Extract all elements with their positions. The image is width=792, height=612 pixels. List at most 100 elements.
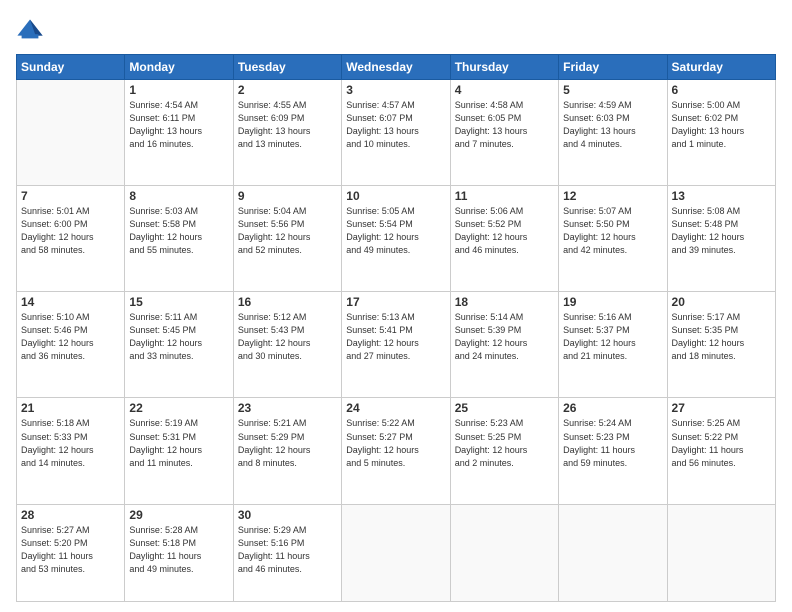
day-number: 2: [238, 83, 337, 97]
calendar-cell: 14 Sunrise: 5:10 AM Sunset: 5:46 PM Dayli…: [17, 292, 125, 398]
calendar-cell: 26 Sunrise: 5:24 AM Sunset: 5:23 PM Dayli…: [559, 398, 667, 504]
day-number: 6: [672, 83, 771, 97]
day-number: 13: [672, 189, 771, 203]
calendar-cell: [559, 504, 667, 601]
calendar-cell: 15 Sunrise: 5:11 AM Sunset: 5:45 PM Dayli…: [125, 292, 233, 398]
calendar-cell: [450, 504, 558, 601]
calendar-cell: 11 Sunrise: 5:06 AM Sunset: 5:52 PM Dayli…: [450, 186, 558, 292]
day-number: 26: [563, 401, 662, 415]
day-info: Sunrise: 4:54 AM Sunset: 6:11 PM Dayligh…: [129, 99, 228, 151]
calendar-cell: 18Sunrise: 5:14 AM Sunset: 5:39 PM Dayli…: [450, 292, 558, 398]
day-info: Sunrise: 5:25 AM Sunset: 5:22 PM Dayligh…: [672, 417, 771, 469]
day-number: 15: [129, 295, 228, 309]
day-info: Sunrise: 5:16 AM Sunset: 5:37 PM Dayligh…: [563, 311, 662, 363]
day-number: 8: [129, 189, 228, 203]
calendar-cell: 22Sunrise: 5:19 AM Sunset: 5:31 PM Dayli…: [125, 398, 233, 504]
calendar-cell: 8 Sunrise: 5:03 AM Sunset: 5:58 PM Daylig…: [125, 186, 233, 292]
week-row-2: 7Sunrise: 5:01 AM Sunset: 6:00 PM Daylig…: [17, 186, 776, 292]
day-info: Sunrise: 5:07 AM Sunset: 5:50 PM Dayligh…: [563, 205, 662, 257]
week-row-3: 14 Sunrise: 5:10 AM Sunset: 5:46 PM Dayli…: [17, 292, 776, 398]
day-number: 3: [346, 83, 445, 97]
weekday-header-sunday: Sunday: [17, 55, 125, 80]
day-number: 10: [346, 189, 445, 203]
day-info: Sunrise: 5:03 AM Sunset: 5:58 PM Dayligh…: [129, 205, 228, 257]
logo-icon: [16, 16, 44, 44]
day-info: Sunrise: 5:10 AM Sunset: 5:46 PM Dayligh…: [21, 311, 120, 363]
day-info: Sunrise: 5:14 AM Sunset: 5:39 PM Dayligh…: [455, 311, 554, 363]
day-info: Sunrise: 4:57 AM Sunset: 6:07 PM Dayligh…: [346, 99, 445, 151]
calendar-cell: 29 Sunrise: 5:28 AM Sunset: 5:18 PM Dayli…: [125, 504, 233, 601]
day-info: Sunrise: 5:00 AM Sunset: 6:02 PM Dayligh…: [672, 99, 771, 151]
calendar-cell: 5 Sunrise: 4:59 AM Sunset: 6:03 PM Daylig…: [559, 80, 667, 186]
day-number: 27: [672, 401, 771, 415]
calendar-cell: 16 Sunrise: 5:12 AM Sunset: 5:43 PM Dayli…: [233, 292, 341, 398]
day-number: 16: [238, 295, 337, 309]
weekday-header-friday: Friday: [559, 55, 667, 80]
calendar-cell: 6 Sunrise: 5:00 AM Sunset: 6:02 PM Daylig…: [667, 80, 775, 186]
day-info: Sunrise: 5:29 AM Sunset: 5:16 PM Dayligh…: [238, 524, 337, 576]
calendar-cell: 10 Sunrise: 5:05 AM Sunset: 5:54 PM Dayli…: [342, 186, 450, 292]
calendar-cell: 27 Sunrise: 5:25 AM Sunset: 5:22 PM Dayli…: [667, 398, 775, 504]
day-info: Sunrise: 5:28 AM Sunset: 5:18 PM Dayligh…: [129, 524, 228, 576]
week-row-4: 21Sunrise: 5:18 AM Sunset: 5:33 PM Dayli…: [17, 398, 776, 504]
day-info: Sunrise: 5:12 AM Sunset: 5:43 PM Dayligh…: [238, 311, 337, 363]
calendar-cell: 28 Sunrise: 5:27 AM Sunset: 5:20 PM Dayli…: [17, 504, 125, 601]
logo: [16, 16, 48, 44]
day-info: Sunrise: 4:55 AM Sunset: 6:09 PM Dayligh…: [238, 99, 337, 151]
day-info: Sunrise: 5:05 AM Sunset: 5:54 PM Dayligh…: [346, 205, 445, 257]
calendar-cell: 19 Sunrise: 5:16 AM Sunset: 5:37 PM Dayli…: [559, 292, 667, 398]
calendar-cell: [17, 80, 125, 186]
day-info: Sunrise: 5:19 AM Sunset: 5:31 PM Dayligh…: [129, 417, 228, 469]
day-number: 23: [238, 401, 337, 415]
day-number: 20: [672, 295, 771, 309]
day-number: 4: [455, 83, 554, 97]
calendar-cell: 3 Sunrise: 4:57 AM Sunset: 6:07 PM Daylig…: [342, 80, 450, 186]
calendar-cell: 9Sunrise: 5:04 AM Sunset: 5:56 PM Daylig…: [233, 186, 341, 292]
calendar-cell: 30 Sunrise: 5:29 AM Sunset: 5:16 PM Dayli…: [233, 504, 341, 601]
calendar-cell: 21Sunrise: 5:18 AM Sunset: 5:33 PM Dayli…: [17, 398, 125, 504]
week-row-1: 1Sunrise: 4:54 AM Sunset: 6:11 PM Daylig…: [17, 80, 776, 186]
day-info: Sunrise: 5:22 AM Sunset: 5:27 PM Dayligh…: [346, 417, 445, 469]
day-info: Sunrise: 5:18 AM Sunset: 5:33 PM Dayligh…: [21, 417, 120, 469]
calendar-cell: 24Sunrise: 5:22 AM Sunset: 5:27 PM Dayli…: [342, 398, 450, 504]
weekday-header-tuesday: Tuesday: [233, 55, 341, 80]
header: [16, 16, 776, 44]
weekday-header-thursday: Thursday: [450, 55, 558, 80]
calendar-cell: [342, 504, 450, 601]
calendar-cell: 2 Sunrise: 4:55 AM Sunset: 6:09 PM Daylig…: [233, 80, 341, 186]
weekday-header-wednesday: Wednesday: [342, 55, 450, 80]
weekday-header-row: SundayMondayTuesdayWednesdayThursdayFrid…: [17, 55, 776, 80]
weekday-header-monday: Monday: [125, 55, 233, 80]
calendar-cell: 23 Sunrise: 5:21 AM Sunset: 5:29 PM Dayli…: [233, 398, 341, 504]
day-number: 19: [563, 295, 662, 309]
calendar-cell: 25Sunrise: 5:23 AM Sunset: 5:25 PM Dayli…: [450, 398, 558, 504]
calendar-table: SundayMondayTuesdayWednesdayThursdayFrid…: [16, 54, 776, 602]
day-number: 7: [21, 189, 120, 203]
day-number: 17: [346, 295, 445, 309]
day-info: Sunrise: 4:59 AM Sunset: 6:03 PM Dayligh…: [563, 99, 662, 151]
day-number: 30: [238, 508, 337, 522]
day-number: 11: [455, 189, 554, 203]
main-container: SundayMondayTuesdayWednesdayThursdayFrid…: [0, 0, 792, 612]
calendar-cell: 7Sunrise: 5:01 AM Sunset: 6:00 PM Daylig…: [17, 186, 125, 292]
day-info: Sunrise: 5:13 AM Sunset: 5:41 PM Dayligh…: [346, 311, 445, 363]
calendar-cell: [667, 504, 775, 601]
day-info: Sunrise: 5:04 AM Sunset: 5:56 PM Dayligh…: [238, 205, 337, 257]
day-info: Sunrise: 5:11 AM Sunset: 5:45 PM Dayligh…: [129, 311, 228, 363]
day-info: Sunrise: 5:06 AM Sunset: 5:52 PM Dayligh…: [455, 205, 554, 257]
day-number: 28: [21, 508, 120, 522]
day-number: 14: [21, 295, 120, 309]
weekday-header-saturday: Saturday: [667, 55, 775, 80]
day-number: 25: [455, 401, 554, 415]
day-info: Sunrise: 5:24 AM Sunset: 5:23 PM Dayligh…: [563, 417, 662, 469]
calendar-cell: 1Sunrise: 4:54 AM Sunset: 6:11 PM Daylig…: [125, 80, 233, 186]
day-info: Sunrise: 5:27 AM Sunset: 5:20 PM Dayligh…: [21, 524, 120, 576]
calendar-cell: 17 Sunrise: 5:13 AM Sunset: 5:41 PM Dayli…: [342, 292, 450, 398]
calendar-cell: 13 Sunrise: 5:08 AM Sunset: 5:48 PM Dayli…: [667, 186, 775, 292]
day-info: Sunrise: 5:08 AM Sunset: 5:48 PM Dayligh…: [672, 205, 771, 257]
week-row-5: 28 Sunrise: 5:27 AM Sunset: 5:20 PM Dayli…: [17, 504, 776, 601]
day-number: 29: [129, 508, 228, 522]
day-number: 5: [563, 83, 662, 97]
day-number: 12: [563, 189, 662, 203]
day-info: Sunrise: 5:21 AM Sunset: 5:29 PM Dayligh…: [238, 417, 337, 469]
